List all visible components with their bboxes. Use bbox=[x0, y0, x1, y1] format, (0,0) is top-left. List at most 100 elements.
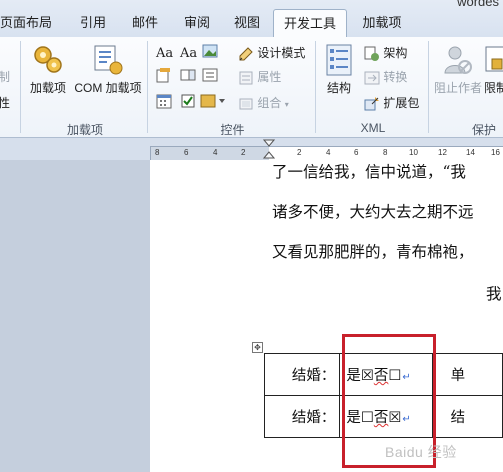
picture-control-button[interactable] bbox=[202, 44, 218, 64]
protect-group-label: 保护 bbox=[471, 123, 496, 137]
ruler-tick: 8 bbox=[155, 148, 160, 157]
restrict-editing-button[interactable]: 限制 bbox=[484, 43, 503, 96]
horizontal-ruler[interactable]: 8 6 4 2 2 4 6 8 10 12 14 16 bbox=[150, 139, 503, 161]
checkbox-control-icon bbox=[181, 94, 195, 108]
transform-label: 转换 bbox=[383, 70, 408, 84]
transform-button[interactable]: 转换 bbox=[364, 67, 407, 87]
ruler-tick: 4 bbox=[326, 148, 331, 157]
block-authors-button[interactable]: 阻止作者 bbox=[430, 43, 486, 96]
table-cell-next[interactable]: 单 bbox=[431, 353, 503, 396]
next-cell-text: 结 bbox=[450, 410, 466, 426]
building-block-control-button[interactable] bbox=[156, 67, 172, 87]
expansion-pack-button[interactable]: 扩展包 bbox=[364, 93, 419, 113]
table-cell-label[interactable]: 结婚： bbox=[263, 395, 341, 438]
expansion-pack-icon bbox=[364, 96, 379, 111]
building-block-icon bbox=[156, 68, 170, 83]
combo-box-icon bbox=[180, 69, 196, 81]
ruler-tick: 6 bbox=[184, 148, 189, 157]
dropdown-list-icon bbox=[202, 68, 218, 82]
properties-button[interactable]: 属性 bbox=[238, 67, 281, 87]
ruler-tick: 14 bbox=[466, 148, 475, 157]
tab-review[interactable]: 审阅 bbox=[180, 12, 214, 34]
marriage-label: 结婚： bbox=[291, 410, 336, 426]
ruler-tick: 2 bbox=[297, 148, 302, 157]
table-move-handle-icon[interactable]: ✥ bbox=[252, 342, 263, 353]
macro-security-button[interactable]: 制 bbox=[0, 67, 16, 87]
indent-marker-icon[interactable] bbox=[263, 139, 275, 161]
block-authors-label: 阻止作者 bbox=[433, 81, 482, 95]
legacy-tools-button[interactable] bbox=[200, 93, 226, 113]
combo-box-control-button[interactable] bbox=[180, 67, 196, 87]
design-mode-icon bbox=[239, 47, 253, 61]
watermark-text: Baidu 经验 bbox=[385, 444, 457, 460]
ruler-tick: 10 bbox=[409, 148, 418, 157]
structure-button-label: 结构 bbox=[326, 81, 351, 95]
ruler-tick: 12 bbox=[438, 148, 447, 157]
table-cell-label[interactable]: 结婚： bbox=[263, 353, 341, 396]
marriage-label: 结婚： bbox=[291, 368, 336, 384]
gear-addins-icon bbox=[34, 46, 62, 73]
group-button[interactable]: 组合 ▾ bbox=[238, 93, 289, 113]
schema-button[interactable]: 架构 bbox=[364, 43, 407, 63]
xml-structure-icon bbox=[326, 44, 352, 76]
com-addins-icon bbox=[94, 45, 123, 75]
properties-icon bbox=[239, 71, 253, 85]
tab-page-layout[interactable]: 页面布局 bbox=[0, 12, 52, 34]
rich-text-icon: Aa bbox=[156, 46, 174, 61]
document-left-gutter bbox=[0, 160, 150, 472]
tab-view[interactable]: 视图 bbox=[230, 12, 264, 34]
macro-security-label: 制 bbox=[0, 70, 11, 84]
document-line: 诸多不便，大约大去之期不远 bbox=[272, 203, 474, 221]
dropdown-list-control-button[interactable] bbox=[202, 67, 218, 87]
schema-icon bbox=[364, 46, 379, 61]
table-cell-next[interactable]: 结 bbox=[431, 395, 503, 438]
ruler-area: 8 6 4 2 2 4 6 8 10 12 14 16 bbox=[0, 138, 503, 161]
tab-developer[interactable]: 开发工具 bbox=[273, 9, 347, 38]
ribbon-tab-bar: wordes 页面布局 引用 邮件 审阅 视图 开发工具 加载项 bbox=[0, 0, 503, 38]
schema-label: 架构 bbox=[383, 46, 408, 60]
group-separator bbox=[20, 41, 21, 133]
transform-icon bbox=[364, 71, 380, 85]
ribbon-panel: 制 性 加载项 COM 加载项 加载项 Aa Aa 设计模式 属性 组合 ▾ 控… bbox=[0, 37, 503, 138]
checkbox-control-button[interactable] bbox=[180, 93, 196, 113]
chevron-down-icon: ▾ bbox=[284, 100, 289, 109]
ruler-tick: 8 bbox=[383, 148, 388, 157]
document-line: 又看见那肥胖的，青布棉袍， bbox=[272, 243, 474, 261]
properties-label: 属性 bbox=[257, 70, 282, 84]
properties-partial-button[interactable]: 性 bbox=[0, 93, 16, 113]
date-picker-control-button[interactable] bbox=[156, 93, 172, 113]
group-separator bbox=[147, 41, 148, 133]
legacy-tools-icon bbox=[200, 94, 225, 108]
com-addins-button-label: COM 加载项 bbox=[74, 81, 142, 95]
tab-addins[interactable]: 加载项 bbox=[360, 12, 404, 34]
xml-group-label: XML bbox=[360, 121, 386, 135]
ruler-tick: 4 bbox=[213, 148, 218, 157]
group-label: 组合 bbox=[257, 96, 282, 110]
rich-text-control-button[interactable]: Aa bbox=[156, 43, 173, 63]
design-mode-label: 设计模式 bbox=[257, 46, 306, 60]
group-separator bbox=[315, 41, 316, 133]
structure-button[interactable]: 结构 bbox=[320, 43, 358, 96]
addins-button[interactable]: 加载项 bbox=[27, 43, 69, 96]
next-cell-text: 单 bbox=[450, 368, 466, 384]
calendar-icon bbox=[156, 94, 172, 109]
expansion-pack-label: 扩展包 bbox=[383, 96, 420, 110]
ruler-margin bbox=[151, 147, 269, 160]
document-line: 了一信给我，信中说道，“我 bbox=[272, 163, 466, 181]
design-mode-button[interactable]: 设计模式 bbox=[238, 43, 305, 63]
addins-group-label: 加载项 bbox=[66, 123, 103, 137]
ruler-tick: 6 bbox=[354, 148, 359, 157]
window-title: wordes bbox=[457, 0, 499, 9]
com-addins-button[interactable]: COM 加载项 bbox=[72, 43, 144, 96]
plain-text-icon: Aa bbox=[180, 46, 198, 61]
plain-text-control-button[interactable]: Aa bbox=[180, 43, 197, 63]
tab-mailings[interactable]: 邮件 bbox=[128, 12, 162, 34]
document-line-tail: 我 bbox=[486, 285, 502, 303]
block-authors-icon bbox=[444, 46, 472, 74]
picture-control-icon bbox=[202, 44, 218, 58]
restrict-editing-label: 限制 bbox=[484, 81, 503, 95]
group-separator bbox=[428, 41, 429, 133]
tab-references[interactable]: 引用 bbox=[76, 12, 110, 34]
group-icon bbox=[239, 98, 253, 110]
controls-group-label: 控件 bbox=[220, 123, 245, 137]
